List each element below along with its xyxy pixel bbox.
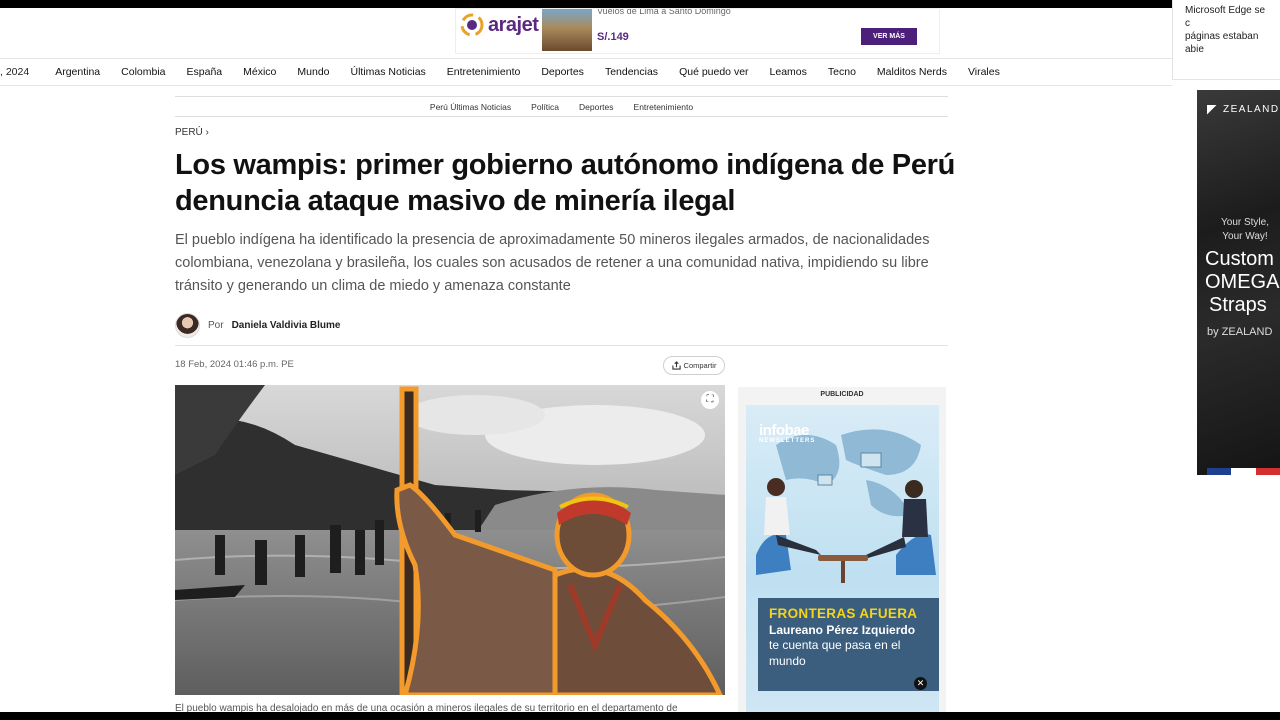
nav-item-argentina[interactable]: Argentina [55, 66, 100, 78]
subnav-item-politica[interactable]: Política [531, 102, 559, 112]
author-prefix: Por [208, 320, 224, 331]
nav-item-deportes[interactable]: Deportes [541, 66, 584, 78]
zealand-omega: OMEGA [1205, 271, 1280, 293]
breadcrumb[interactable]: PERÚ › [175, 127, 209, 138]
arajet-banner-ad[interactable]: arajet Vuelos de Lima a Santo Domingo S/… [455, 8, 940, 54]
fronteras-title: FRONTERAS AFUERA [769, 606, 918, 621]
expand-image-icon[interactable]: ⛶ [701, 391, 719, 409]
zealand-headline: Custom OMEGA Straps [1205, 248, 1279, 317]
edge-notification[interactable]: Microsoft Edge se c páginas estaban abie [1172, 0, 1280, 80]
newsletters-label: NEWSLETTERS [759, 438, 816, 444]
arajet-brand-text: arajet [488, 13, 539, 36]
divider [175, 345, 948, 346]
notification-line-2: páginas estaban abie [1185, 31, 1259, 55]
infobae-newsletter-ad[interactable]: infobae NEWSLETTERS FRONTERAS AFUERA Lau… [746, 405, 939, 712]
section-subnav: Perú Últimas Noticias Política Deportes … [175, 96, 948, 117]
fronteras-author: Laureano Pérez Izquierdo [769, 623, 916, 637]
nav-item-mundo[interactable]: Mundo [297, 66, 329, 78]
nav-item-mexico[interactable]: México [243, 66, 276, 78]
fronteras-afuera-box: FRONTERAS AFUERA Laureano Pérez Izquierd… [758, 598, 939, 691]
main-nav: , 2024 Argentina Colombia España México … [0, 58, 1172, 86]
zealand-straps: Straps [1209, 294, 1267, 316]
french-flag-strip [1207, 468, 1280, 475]
share-label: Compartir [683, 361, 717, 370]
fronteras-text: te cuenta que pasa en el mundo [769, 638, 901, 668]
zealand-logo-icon [1207, 104, 1217, 115]
author-name[interactable]: Daniela Valdivia Blume [232, 320, 341, 331]
author-avatar[interactable] [175, 313, 200, 338]
nav-item-que-puedo-ver[interactable]: Qué puedo ver [679, 66, 748, 78]
article-deck: El pueblo indígena ha identificado la pr… [175, 232, 930, 294]
zealand-by: by ZEALAND [1207, 326, 1273, 338]
sidebar-ad-block: PUBLICIDAD infobae NEWSLETTERS FRONTERAS… [738, 387, 946, 712]
ad-price: S/.149 [597, 31, 629, 43]
subnav-item-deportes[interactable]: Deportes [579, 102, 614, 112]
ad-route-text: Vuelos de Lima a Santo Domingo [597, 8, 731, 16]
bottom-black-bar [0, 712, 1280, 720]
nav-item-entretenimiento[interactable]: Entretenimiento [447, 66, 521, 78]
publish-date: 18 Feb, 2024 01:46 p.m. PE [175, 359, 294, 370]
ad-photo [542, 9, 592, 51]
publicidad-label: PUBLICIDAD [820, 391, 864, 398]
nav-item-ultimas-noticias[interactable]: Últimas Noticias [351, 66, 426, 78]
top-black-bar [0, 0, 1280, 8]
ad-cta-button[interactable]: VER MÁS [861, 28, 917, 45]
hero-image[interactable]: ⛶ [175, 385, 725, 695]
zealand-slogan: Your Style, Your Way! [1221, 216, 1269, 244]
share-button[interactable]: Compartir [663, 356, 725, 375]
zealand-brand: ZEALAND [1223, 104, 1280, 115]
subnav-item-peru[interactable]: Perú Últimas Noticias [430, 102, 511, 112]
zealand-slogan-1: Your Style, [1221, 217, 1269, 228]
nav-item-leamos[interactable]: Leamos [770, 66, 807, 78]
nav-item-tendencias[interactable]: Tendencias [605, 66, 658, 78]
hero-photo [175, 385, 725, 695]
close-ad-icon[interactable]: ✕ [914, 677, 927, 690]
nav-date: , 2024 [0, 66, 30, 78]
nav-item-malditos-nerds[interactable]: Malditos Nerds [877, 66, 947, 78]
infobae-logo: infobae [759, 422, 809, 439]
arajet-logo: arajet [460, 13, 539, 37]
share-icon [671, 361, 681, 370]
nav-item-tecno[interactable]: Tecno [828, 66, 856, 78]
nav-item-virales[interactable]: Virales [968, 66, 1000, 78]
subnav-item-entretenimiento[interactable]: Entretenimiento [634, 102, 694, 112]
arajet-logo-icon [460, 13, 484, 37]
zealand-logo: ZEALAND [1207, 104, 1280, 115]
notification-line-1: Microsoft Edge se c [1185, 5, 1266, 29]
nav-item-espana[interactable]: España [187, 66, 223, 78]
article-headline: Los wampis: primer gobierno autónomo ind… [175, 149, 956, 217]
nav-item-colombia[interactable]: Colombia [121, 66, 165, 78]
zealand-slogan-2: Your Way! [1222, 231, 1268, 242]
author-byline: Por Daniela Valdivia Blume [175, 313, 341, 338]
zealand-custom: Custom [1205, 248, 1274, 270]
zealand-skyscraper-ad[interactable]: ZEALAND Your Style, Your Way! Custom OME… [1197, 90, 1280, 475]
